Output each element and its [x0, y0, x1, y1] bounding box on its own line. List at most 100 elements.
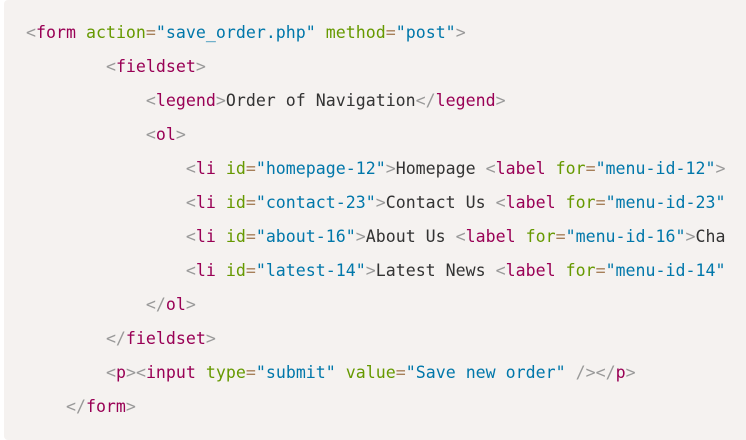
code-tag-name: input — [145, 363, 196, 382]
code-attribute-value: "homepage-12" — [255, 159, 386, 178]
code-punctuation: > — [355, 227, 366, 246]
code-text: Homepage — [395, 159, 486, 178]
code-operator: = — [245, 363, 256, 382]
code-tag-name: li — [195, 261, 216, 280]
code-punctuation: < — [135, 363, 146, 382]
code-line: </ol> — [26, 288, 725, 322]
code-attribute-name: for — [565, 193, 596, 212]
code-punctuation: < — [185, 261, 196, 280]
code-operator: = — [385, 23, 396, 42]
code-attribute-name: for — [525, 227, 556, 246]
code-attribute-name: id — [225, 227, 246, 246]
code-tag-name: legend — [435, 91, 496, 110]
code-line: <li id="homepage-12">Homepage <label for… — [26, 152, 726, 186]
code-tag-name: label — [465, 227, 516, 246]
code-tag-name: legend — [155, 91, 216, 110]
code-attribute-name: method — [325, 23, 386, 42]
code-line: <li id="about-16">About Us <label for="m… — [26, 220, 726, 254]
code-attribute-name: type — [205, 363, 246, 382]
code-text: Latest News — [375, 261, 496, 280]
code-punctuation: < — [485, 159, 496, 178]
code-punctuation: < — [455, 227, 466, 246]
code-punctuation: > — [625, 363, 636, 382]
code-punctuation: > — [215, 91, 226, 110]
code-line: <fieldset> — [26, 50, 725, 84]
code-attribute-name: action — [85, 23, 146, 42]
code-tag-name: li — [195, 193, 216, 212]
code-attribute-name: value — [345, 363, 396, 382]
code-punctuation: </ — [105, 329, 126, 348]
code-punctuation: > — [375, 193, 386, 212]
code-operator: = — [555, 227, 566, 246]
code-attribute-value: "save_order.php" — [155, 23, 316, 42]
code-line: <li id="contact-23">Contact Us <label fo… — [26, 186, 726, 220]
code-operator: = — [395, 363, 406, 382]
code-punctuation: > — [715, 159, 726, 178]
code-punctuation: < — [145, 91, 156, 110]
code-line: <legend>Order of Navigation</legend> — [26, 84, 725, 118]
code-operator: = — [245, 193, 256, 212]
code-punctuation: > — [385, 159, 396, 178]
code-attribute-value: "menu-id-16" — [565, 227, 686, 246]
code-tag-name: label — [505, 193, 556, 212]
code-punctuation: > — [455, 23, 466, 42]
code-punctuation: </ — [145, 295, 166, 314]
code-punctuation: < — [105, 363, 116, 382]
code-operator: = — [245, 227, 256, 246]
code-punctuation: /> — [565, 363, 596, 382]
code-punctuation: > — [365, 261, 376, 280]
code-tag-name: li — [195, 227, 216, 246]
code-tag-name: form — [85, 397, 126, 416]
code-punctuation: > — [185, 295, 196, 314]
code-attribute-value: "post" — [395, 23, 456, 42]
code-attribute-value: "Save new order" — [405, 363, 566, 382]
code-tag-name: li — [195, 159, 216, 178]
code-text: Contact Us — [385, 193, 496, 212]
code-line: <form action="save_order.php" method="po… — [26, 16, 725, 50]
code-punctuation: < — [145, 125, 156, 144]
code-punctuation: > — [495, 91, 506, 110]
code-line: <p><input type="submit" value="Save new … — [26, 356, 725, 390]
code-operator: = — [595, 261, 606, 280]
code-tag-name: ol — [165, 295, 186, 314]
code-attribute-value: "submit" — [255, 363, 336, 382]
code-attribute-name: for — [565, 261, 596, 280]
code-attribute-name: id — [225, 193, 246, 212]
code-tag-name: p — [615, 363, 626, 382]
code-punctuation: < — [495, 261, 506, 280]
code-tag-name: fieldset — [115, 57, 196, 76]
code-line: <li id="latest-14">Latest News <label fo… — [26, 254, 726, 288]
code-punctuation: < — [185, 159, 196, 178]
code-punctuation: > — [125, 397, 136, 416]
code-punctuation: > — [175, 125, 186, 144]
code-attribute-value: "about-16" — [255, 227, 356, 246]
code-punctuation: < — [105, 57, 116, 76]
code-content: <form action="save_order.php" method="po… — [26, 16, 725, 424]
code-punctuation: < — [495, 193, 506, 212]
code-tag-name: fieldset — [125, 329, 206, 348]
code-punctuation: </ — [65, 397, 86, 416]
code-attribute-name: for — [555, 159, 586, 178]
code-attribute-value: "latest-14" — [255, 261, 366, 280]
code-text: Order of Navigation — [225, 91, 416, 110]
code-tag-name: p — [115, 363, 126, 382]
code-punctuation: < — [26, 23, 36, 42]
code-operator: = — [595, 193, 606, 212]
code-attribute-value: "menu-id-12" — [595, 159, 716, 178]
code-tag-name: label — [495, 159, 546, 178]
code-line: </fieldset> — [26, 322, 725, 356]
code-attribute-value: "contact-23" — [255, 193, 376, 212]
code-text: Cha — [695, 227, 726, 246]
code-block: <form action="save_order.php" method="po… — [4, 0, 746, 440]
